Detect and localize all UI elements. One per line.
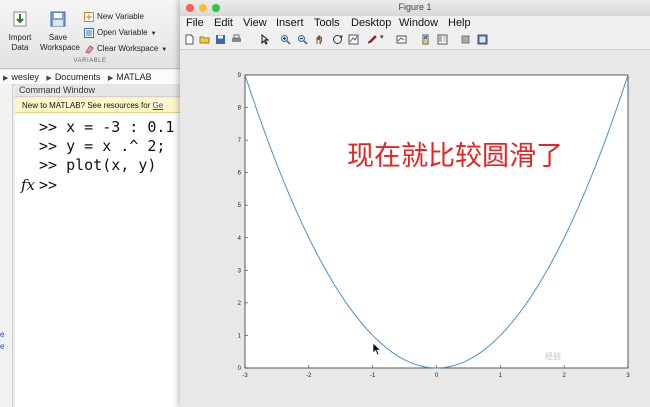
new-to-matlab-bar: New to MATLAB? See resources for Ge: [15, 98, 180, 113]
panel-edge-marker: e: [0, 342, 5, 351]
y-tick-label: 5: [238, 203, 242, 209]
command-line: >> y = x .^ 2;: [39, 137, 166, 155]
x-tick-label: 3: [626, 373, 630, 379]
menu-help[interactable]: Help: [448, 17, 471, 29]
pointer-icon[interactable]: [259, 34, 270, 45]
breadcrumb-arrow-icon: ▶: [3, 75, 9, 82]
fx-icon[interactable]: fx: [21, 176, 35, 194]
command-window[interactable]: >> x = -3 : 0.1 >> y = x .^ 2; >> plot(x…: [15, 113, 180, 407]
link-icon[interactable]: [396, 34, 407, 45]
open-variable-icon: [84, 27, 94, 38]
menu-file[interactable]: File: [186, 17, 204, 29]
breadcrumb-arrow-icon: ▶: [107, 75, 114, 82]
y-tick-label: 0: [238, 366, 242, 372]
variable-section-label: VARIABLE: [73, 58, 107, 64]
breadcrumb-arrow-icon: ▶: [46, 75, 52, 82]
y-tick-label: 1: [238, 333, 242, 339]
figure-window: Figure 1 File Edit View Insert Tools Des…: [180, 0, 650, 407]
breadcrumb: ▶ wesley ▶ Documents ▶ MATLAB: [0, 70, 180, 85]
import-data-button[interactable]: Import Data: [2, 8, 38, 53]
save-workspace-icon: [50, 11, 66, 27]
y-tick-label: 6: [238, 171, 242, 177]
new-variable-icon: [84, 11, 94, 22]
plot-svg: -3 -2 -1 0 1 2 3 0 1 2 3 4 5 6 7 8 9: [238, 73, 631, 379]
command-window-title: Command Window: [15, 84, 180, 97]
menu-edit[interactable]: Edit: [214, 17, 233, 29]
watermark: 经验: [545, 352, 561, 361]
show-plot-tools-icon[interactable]: [477, 34, 488, 45]
chevron-down-icon: ▼: [161, 47, 168, 53]
y-tick-label: 9: [238, 73, 242, 79]
figure-canvas[interactable]: -3 -2 -1 0 1 2 3 0 1 2 3 4 5 6 7 8 9: [180, 50, 650, 407]
y-tick-label: 7: [238, 138, 242, 144]
open-variable-button[interactable]: Open Variable ▼: [84, 27, 157, 39]
y-tick-label: 8: [238, 106, 242, 112]
save-icon[interactable]: [215, 34, 226, 45]
clear-workspace-icon: [85, 45, 94, 54]
figure-toolbar: ▾: [180, 31, 650, 50]
figure-title: Figure 1: [398, 2, 432, 12]
new-variable-button[interactable]: New Variable: [84, 11, 144, 23]
matlab-toolstrip: Import Data Save Workspace New Variable …: [0, 0, 180, 69]
y-tick-label: 2: [238, 301, 242, 307]
clear-workspace-button[interactable]: Clear Workspace ▼: [84, 43, 167, 55]
menu-tools[interactable]: Tools: [314, 17, 340, 29]
x-tick-label: -1: [370, 373, 376, 379]
command-line: >> x = -3 : 0.1: [39, 118, 175, 136]
open-icon[interactable]: [199, 34, 210, 45]
current-folder-panel-edge[interactable]: e e: [0, 84, 13, 407]
chevron-down-icon[interactable]: ▾: [380, 33, 391, 44]
x-tick-label: 1: [499, 373, 503, 379]
x-tick-label: -2: [306, 373, 312, 379]
save-workspace-button[interactable]: Save Workspace: [40, 8, 80, 53]
hide-plot-tools-icon[interactable]: [460, 34, 471, 45]
y-tick-label: 3: [238, 268, 242, 274]
x-tick-label: 2: [562, 373, 566, 379]
zoom-out-icon[interactable]: [297, 34, 308, 45]
breadcrumb-item[interactable]: Documents: [55, 72, 101, 82]
pan-icon[interactable]: [314, 34, 325, 45]
menu-view[interactable]: View: [243, 17, 267, 29]
y-tick-label: 4: [238, 236, 242, 242]
breadcrumb-item[interactable]: MATLAB: [116, 72, 151, 82]
data-cursor-icon[interactable]: [348, 34, 359, 45]
zoom-in-icon[interactable]: [280, 34, 291, 45]
getting-started-link[interactable]: Ge: [153, 101, 164, 110]
rotate-icon[interactable]: [332, 34, 343, 45]
x-tick-label: -3: [242, 373, 248, 379]
panel-edge-marker: e: [0, 330, 5, 339]
colorbar-icon[interactable]: [420, 34, 431, 45]
menu-window[interactable]: Window: [399, 17, 438, 29]
new-figure-icon[interactable]: [184, 34, 195, 45]
print-icon[interactable]: [231, 34, 242, 45]
figure-title-bar[interactable]: Figure 1: [180, 0, 650, 17]
mouse-cursor-icon: [372, 342, 382, 356]
x-tick-label: 0: [435, 373, 439, 379]
legend-icon[interactable]: [437, 34, 448, 45]
command-line: >> plot(x, y): [39, 156, 157, 174]
command-prompt[interactable]: >>: [39, 176, 57, 194]
axes-box: [244, 74, 629, 369]
overlay-caption: 现在就比较圆滑了: [347, 141, 563, 172]
chevron-down-icon: ▼: [150, 31, 157, 37]
import-data-icon: [13, 11, 27, 27]
breadcrumb-item[interactable]: wesley: [11, 72, 39, 82]
figure-menubar: File Edit View Insert Tools Desktop Wind…: [180, 16, 650, 31]
menu-insert[interactable]: Insert: [276, 17, 304, 29]
menu-desktop[interactable]: Desktop: [351, 17, 391, 29]
brush-icon[interactable]: [366, 34, 377, 45]
